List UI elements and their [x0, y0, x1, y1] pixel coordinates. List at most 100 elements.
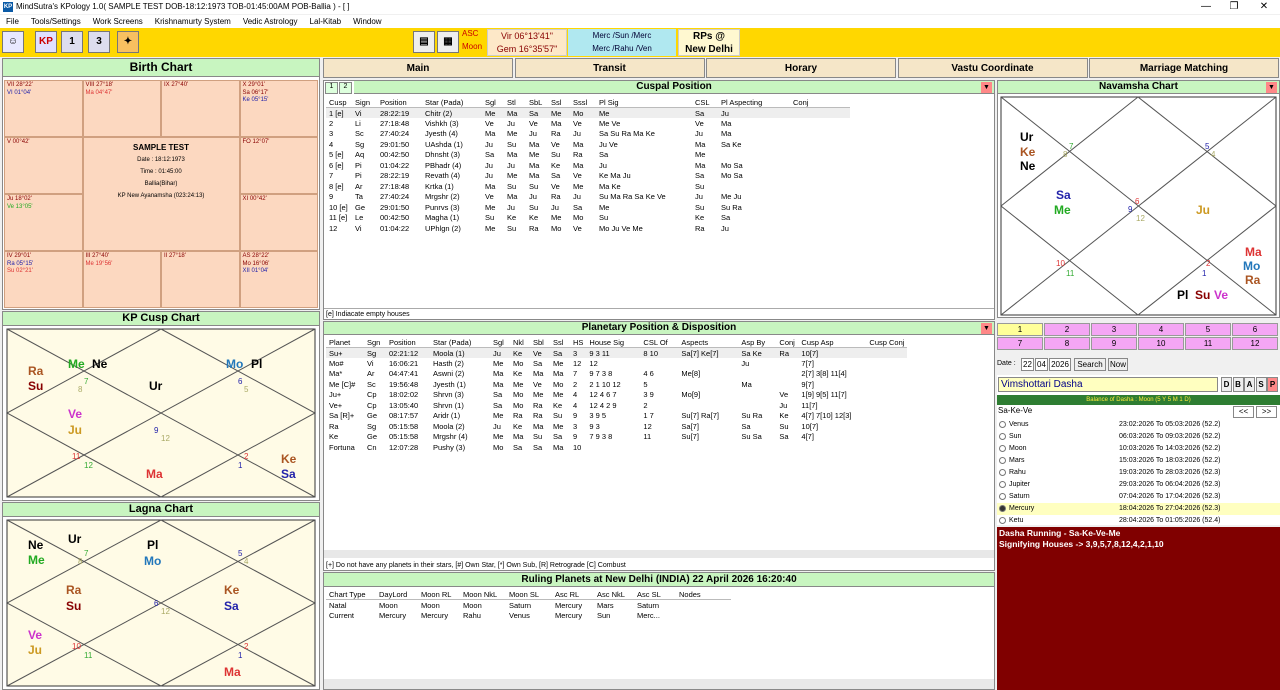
menu-window[interactable]: Window	[353, 17, 381, 26]
table-row[interactable]: Su+ Sg 02:21:12 Moola (1) Ju Ke Ve Sa 3 9 3 11 8 1…	[326, 347, 908, 358]
table-row[interactable]: 9 Ta 27:40:24 Mrgshr (2) Ve Ma Ju Ra Ju Su Ma Ra …	[326, 192, 850, 203]
table-row[interactable]: Ke Ge 05:15:58 Mrgshr (4) Me Ma Su Sa 9 7 9 3 8 11…	[326, 432, 907, 443]
dasha-select[interactable]: Vimshottari Dasha	[998, 377, 1218, 392]
chart-1-toggle-icon[interactable]: 1	[325, 82, 338, 94]
collapse-icon[interactable]: ▼	[981, 82, 992, 93]
dasha-row[interactable]: Venus 23:02:2026 To 05:03:2026 (52.2)	[997, 419, 1280, 431]
table-row[interactable]: Ve+ Cp 13:05:40 Shrvn (1) Sa Mo Ra Ke 4 12 4 2 9 2…	[326, 400, 907, 411]
menu-work-screens[interactable]: Work Screens	[93, 17, 143, 26]
house-number-cell[interactable]: 6	[1232, 323, 1278, 336]
prev-button[interactable]: <<	[1233, 406, 1254, 418]
radio-icon[interactable]	[999, 469, 1006, 476]
table-row[interactable]: Ma* Ar 04:47:41 Aswni (2) Ma Ke Ma Ma 7 9 7 3 8 4 …	[326, 369, 907, 380]
menu-lal-kitab[interactable]: Lal-Kitab	[310, 17, 342, 26]
tab-transit[interactable]: Transit	[514, 58, 705, 78]
house-number-cell[interactable]: 9	[1091, 337, 1137, 350]
month-input[interactable]: 04	[1035, 358, 1048, 371]
radio-icon[interactable]	[999, 457, 1006, 464]
dasha-level-button[interactable]: S	[1255, 377, 1267, 392]
menu-file[interactable]: File	[6, 17, 19, 26]
table-row[interactable]: 10 [e] Ge 29:01:50 Punrvs (3) Me Ju Su Ju Sa Me Su…	[326, 202, 850, 213]
print-preview-icon[interactable]: ▦	[437, 31, 459, 53]
dasha-row[interactable]: Mars 15:03:2026 To 18:03:2026 (52.2)	[997, 455, 1280, 467]
radio-icon[interactable]	[999, 517, 1006, 524]
dasha-row[interactable]: Mercury 18:04:2026 To 27:04:2026 (52.3)	[997, 503, 1280, 515]
radio-icon[interactable]	[999, 505, 1006, 512]
tab-horary[interactable]: Horary	[706, 58, 896, 78]
table-row[interactable]: Ra Sg 05:15:58 Moola (2) Ju Ke Ma Me 3 9 3 12 Sa[7]…	[326, 421, 907, 432]
table-row[interactable]: 5 [e] Aq 00:42:50 Dhnsht (3) Sa Ma Me Su Ra Sa Me	[326, 150, 850, 161]
table-row[interactable]: 12 Vi 01:04:22 UPhlgn (2) Me Su Ra Mo Ve Mo Ju Ve…	[326, 223, 850, 234]
minimize-button[interactable]: —	[1192, 0, 1220, 14]
house-number-cell[interactable]: 7	[997, 337, 1043, 350]
dasha-level-button[interactable]: B	[1232, 377, 1244, 392]
horizontal-scrollbar[interactable]	[324, 679, 994, 689]
compass-icon[interactable]: ✦	[117, 31, 139, 53]
table-row[interactable]: Me [C]# Sc 19:56:48 Jyesth (1) Ma Me Ve Mo 2 2 1 …	[326, 379, 907, 390]
collapse-icon[interactable]: ▼	[981, 323, 992, 334]
house-number-cell[interactable]: 1	[997, 323, 1043, 336]
table-row[interactable]: Current Mercury Mercury Rahu Venus Mercury Sun…	[326, 610, 731, 621]
table-row[interactable]: 6 [e] Pi 01:04:22 PBhadr (4) Ju Ju Ma Ke Ma Ju Ma M…	[326, 160, 850, 171]
table-cell: Me	[493, 432, 504, 442]
dasha-level-button[interactable]: P	[1267, 377, 1278, 392]
dasha-row[interactable]: Ketu 28:04:2026 To 01:05:2026 (52.4)	[997, 515, 1280, 527]
rps-button[interactable]: RPs @ New Delhi	[678, 29, 740, 56]
house-number-cell[interactable]: 3	[1091, 323, 1137, 336]
table-row[interactable]: 2 Li 27:18:48 Vishkh (3) Ve Ju Ve Ma Ve Me Ve Ve Ma	[326, 118, 850, 129]
dasha-row[interactable]: Rahu 19:03:2026 To 28:03:2026 (52.3)	[997, 467, 1280, 479]
table-row[interactable]: 11 [e] Le 00:42:50 Magha (1) Su Ke Ke Me Mo Su Ke S…	[326, 213, 850, 224]
radio-icon[interactable]	[999, 433, 1006, 440]
year-input[interactable]: 2026	[1049, 358, 1071, 371]
house-number-cell[interactable]: 10	[1138, 337, 1184, 350]
table-cell: Sg	[367, 348, 377, 358]
menu-vedic-astrology[interactable]: Vedic Astrology	[243, 17, 298, 26]
house-number-cell[interactable]: 11	[1185, 337, 1231, 350]
now-button[interactable]: Now	[1108, 358, 1128, 371]
table-row[interactable]: Sa [R]+ Ge 08:17:57 Aridr (1) Me Ra Ra Su 9 3 9 5…	[326, 411, 907, 422]
search-button[interactable]: Search	[1074, 358, 1106, 371]
table-row[interactable]: 1 [e] Vi 28:22:19 Chitr (2) Me Ma Sa Me Mo Me Sa Ju	[326, 107, 850, 118]
table-row[interactable]: Mo# Vi 16:06:21 Hasth (2) Me Mo Sa Me 12 12 Ju 7[7]	[326, 358, 907, 369]
person-icon[interactable]: ☺	[2, 31, 24, 53]
radio-icon[interactable]	[999, 481, 1006, 488]
radio-icon[interactable]	[999, 421, 1006, 428]
dasha-row[interactable]: Jupiter 29:03:2026 To 06:04:2026 (52.3)	[997, 479, 1280, 491]
chart-2-toggle-icon[interactable]: 2	[339, 82, 352, 94]
table-row[interactable]: 8 [e] Ar 27:18:48 Krtka (1) Ma Su Su Ve Me Ma Ke S…	[326, 181, 850, 192]
radio-icon[interactable]	[999, 493, 1006, 500]
dasha-row[interactable]: Sun 06:03:2026 To 09:03:2026 (52.2)	[997, 431, 1280, 443]
dasha-level-button[interactable]: A	[1244, 377, 1255, 392]
dasha-row[interactable]: Saturn 07:04:2026 To 17:04:2026 (52.3)	[997, 491, 1280, 503]
next-button[interactable]: >>	[1256, 406, 1277, 418]
house-number-cell[interactable]: 12	[1232, 337, 1278, 350]
table-row[interactable]: 3 Sc 27:40:24 Jyesth (4) Ma Me Ju Ra Ju Sa Su Ra …	[326, 129, 850, 140]
tab-vastu-coordinate[interactable]: Vastu Coordinate	[897, 58, 1088, 78]
table-row[interactable]: Fortuna Cn 12:07:28 Pushy (3) Mo Sa Sa Ma 10	[326, 442, 907, 453]
table-row[interactable]: Natal Moon Moon Moon Saturn Mercury Mars Saturn	[326, 600, 731, 611]
collapse-icon[interactable]: ▼	[1266, 82, 1277, 93]
kp-icon[interactable]: KP	[35, 31, 57, 53]
maximize-button[interactable]: ❐	[1220, 0, 1248, 14]
chart-3-icon[interactable]: 3	[88, 31, 110, 53]
table-row[interactable]: 7 Pi 28:22:19 Revath (4) Ju Me Ma Sa Ve Ke Ma Ju S…	[326, 171, 850, 182]
printer-icon[interactable]: ▤	[413, 31, 435, 53]
menu-tools-settings[interactable]: Tools/Settings	[31, 17, 81, 26]
dasha-level-button[interactable]: D	[1221, 377, 1232, 392]
house-number-cell[interactable]: 8	[1044, 337, 1090, 350]
chart-1-icon[interactable]: 1	[61, 31, 83, 53]
menu-krishnamurty-system[interactable]: Krishnamurty System	[155, 17, 231, 26]
tab-marriage-matching[interactable]: Marriage Matching	[1089, 58, 1279, 78]
table-row[interactable]: Ju+ Cp 18:02:02 Shrvn (3) Sa Mo Me Me 4 12 4 6 7 3…	[326, 390, 907, 401]
dasha-row[interactable]: Moon 10:03:2026 To 14:03:2026 (52.2)	[997, 443, 1280, 455]
house-number-cell[interactable]: 4	[1138, 323, 1184, 336]
day-input[interactable]: 22	[1021, 358, 1034, 371]
tab-main[interactable]: Main	[323, 58, 513, 78]
close-button[interactable]: ✕	[1250, 0, 1278, 14]
radio-icon[interactable]	[999, 445, 1006, 452]
house-number-cell[interactable]: 2	[1044, 323, 1090, 336]
table-row[interactable]: 4 Sg 29:01:50 UAshda (1) Ju Su Ma Ve Ma Ju Ve Ma Sa…	[326, 139, 850, 150]
table-cell	[678, 442, 738, 453]
horizontal-scrollbar[interactable]	[324, 550, 994, 558]
house-number-cell[interactable]: 5	[1185, 323, 1231, 336]
